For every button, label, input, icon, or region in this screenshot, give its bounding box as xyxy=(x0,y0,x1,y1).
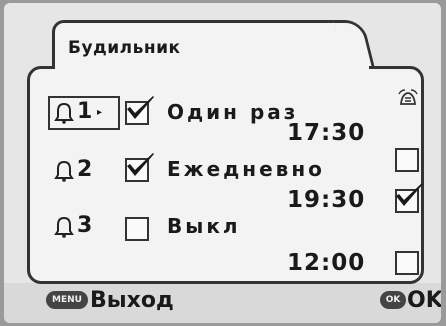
alarm-3-time[interactable]: 12:00 xyxy=(287,250,365,276)
checkmark-icon xyxy=(127,153,154,176)
alarm-3-snooze-checkbox[interactable] xyxy=(395,251,419,275)
alarm-2-time[interactable]: 19:30 xyxy=(287,187,365,213)
ok-key-icon: OK xyxy=(380,291,406,309)
checkmark-icon xyxy=(127,96,154,119)
tab-join xyxy=(55,63,369,71)
bell-icon xyxy=(54,102,74,124)
alarm-3-enable-checkbox[interactable] xyxy=(125,217,149,241)
alarm-1-number: 1 xyxy=(77,99,93,124)
ok-button[interactable]: OK xyxy=(407,288,441,313)
exit-button[interactable]: Выход xyxy=(90,288,174,313)
dialog-title: Будильник xyxy=(68,38,181,58)
alarm-1-time[interactable]: 17:30 xyxy=(287,120,365,146)
camera-screen: Будильник 1 ▸ Один раз 17:30 2 Ежедневно… xyxy=(4,3,441,323)
alarm-1-mode: Один раз xyxy=(167,100,299,124)
snooze-bell-icon xyxy=(398,89,418,105)
alarm-1-arrow: ▸ xyxy=(97,107,103,118)
alarm-2-number: 2 xyxy=(77,157,93,182)
bell-icon xyxy=(54,160,74,182)
bell-icon xyxy=(54,216,74,238)
alarm-2-mode: Ежедневно xyxy=(167,157,325,181)
alarm-3-number: 3 xyxy=(77,213,93,238)
menu-key-icon: MENU xyxy=(46,291,88,309)
alarm-1-snooze-checkbox[interactable] xyxy=(395,148,419,172)
checkmark-icon xyxy=(396,183,423,206)
alarm-3-mode: Выкл xyxy=(167,214,241,238)
